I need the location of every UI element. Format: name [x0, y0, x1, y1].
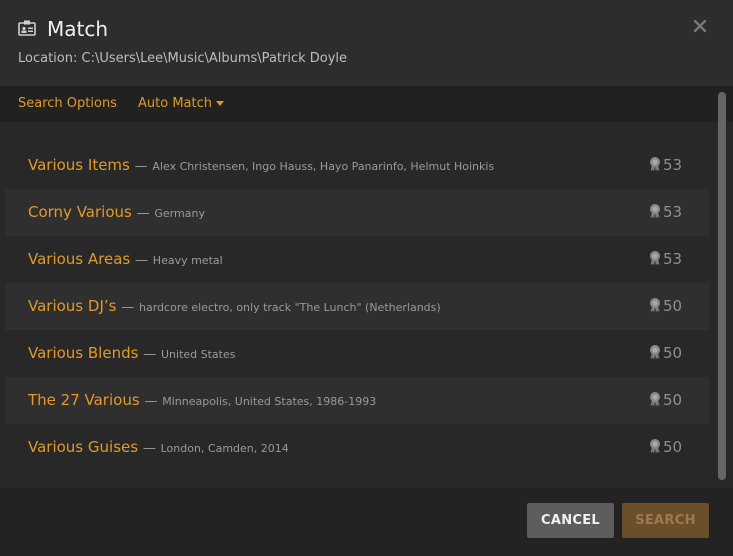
result-description: London, Camden, 2014	[160, 442, 289, 455]
result-row[interactable]: Various DJ’s — hardcore electro, only tr…	[5, 283, 709, 330]
search-button[interactable]: SEARCH	[622, 503, 709, 538]
auto-match-label: Auto Match	[138, 96, 212, 111]
results-list: Various Items — Alex Christensen, Ingo H…	[5, 142, 709, 472]
result-row[interactable]: Various Blends — United States 50	[5, 330, 709, 377]
result-name: Various DJ’s	[28, 297, 117, 315]
result-item-4: Various Blends — United States	[28, 343, 235, 365]
result-score: 50	[649, 437, 682, 457]
result-name: Various Guises	[28, 438, 139, 456]
result-name: The 27 Various	[28, 391, 140, 409]
result-item-1: Corny Various — Germany	[28, 202, 205, 224]
match-dialog: Match Location: C:\Users\Lee\Music\Album…	[0, 0, 733, 556]
dialog-title: Match	[47, 17, 109, 41]
result-separator: —	[144, 394, 158, 409]
search-options-link[interactable]: Search Options	[18, 95, 117, 113]
result-separator: —	[136, 206, 150, 221]
result-separator: —	[121, 300, 135, 315]
score-value: 50	[663, 391, 683, 409]
score-value: 53	[663, 203, 683, 221]
location-path: Location: C:\Users\Lee\Music\Albums\Patr…	[18, 51, 348, 66]
dialog-footer: CANCEL SEARCH	[0, 488, 733, 556]
result-separator: —	[134, 159, 148, 174]
result-row[interactable]: Various Items — Alex Christensen, Ingo H…	[5, 142, 709, 189]
result-name: Various Blends	[28, 344, 139, 362]
id-card-icon	[18, 20, 36, 36]
result-score: 50	[649, 343, 682, 363]
result-row[interactable]: Various Guises — London, Camden, 2014 50	[5, 424, 709, 471]
score-value: 50	[663, 344, 683, 362]
scrollbar-thumb[interactable]	[718, 92, 726, 480]
score-value: 50	[663, 438, 683, 456]
result-item-3: Various DJ’s — hardcore electro, only tr…	[28, 296, 441, 318]
result-name: Corny Various	[28, 203, 132, 221]
match-toolbar: Search Options Auto Match	[0, 86, 733, 122]
award-ribbon-icon	[650, 298, 660, 313]
award-ribbon-icon	[650, 251, 660, 266]
score-value: 53	[663, 250, 683, 268]
result-item-6: Various Guises — London, Camden, 2014	[28, 437, 289, 459]
result-item-5: The 27 Various — Minneapolis, United Sta…	[28, 390, 376, 412]
result-row[interactable]: Corny Various — Germany 53	[5, 189, 709, 236]
result-description: United States	[160, 348, 236, 361]
close-icon[interactable]	[692, 18, 708, 34]
score-value: 50	[663, 297, 683, 315]
result-description: Germany	[154, 207, 205, 220]
result-name: Various Areas	[28, 250, 131, 268]
cancel-button[interactable]: CANCEL	[527, 503, 614, 538]
result-description: Alex Christensen, Ingo Hauss, Hayo Panar…	[152, 160, 495, 173]
award-ribbon-icon	[650, 345, 660, 360]
award-ribbon-icon	[650, 157, 660, 172]
result-row[interactable]: The 27 Various — Minneapolis, United Sta…	[5, 377, 709, 424]
result-score: 53	[649, 155, 682, 175]
result-score: 50	[649, 296, 682, 316]
dialog-header: Match Location: C:\Users\Lee\Music\Album…	[0, 0, 733, 86]
result-score: 53	[649, 249, 682, 269]
award-ribbon-icon	[650, 439, 660, 454]
result-name: Various Items	[28, 156, 130, 174]
result-description: Minneapolis, United States, 1986-1993	[162, 395, 377, 408]
result-description: hardcore electro, only track "The Lunch"…	[139, 301, 441, 314]
result-item-0: Various Items — Alex Christensen, Ingo H…	[28, 155, 494, 177]
result-item-2: Various Areas — Heavy metal	[28, 249, 223, 271]
score-value: 53	[663, 156, 683, 174]
auto-match-dropdown[interactable]: Auto Match	[138, 95, 224, 113]
result-description: Heavy metal	[152, 254, 223, 267]
result-score: 53	[649, 202, 682, 222]
result-separator: —	[143, 347, 157, 362]
result-separator: —	[135, 253, 149, 268]
results-scrollbar[interactable]	[718, 92, 726, 480]
caret-down-icon	[215, 101, 224, 106]
result-row[interactable]: Various Areas — Heavy metal 53	[5, 236, 709, 283]
award-ribbon-icon	[650, 204, 660, 219]
award-ribbon-icon	[650, 392, 660, 407]
result-separator: —	[142, 441, 156, 456]
result-score: 50	[649, 390, 682, 410]
